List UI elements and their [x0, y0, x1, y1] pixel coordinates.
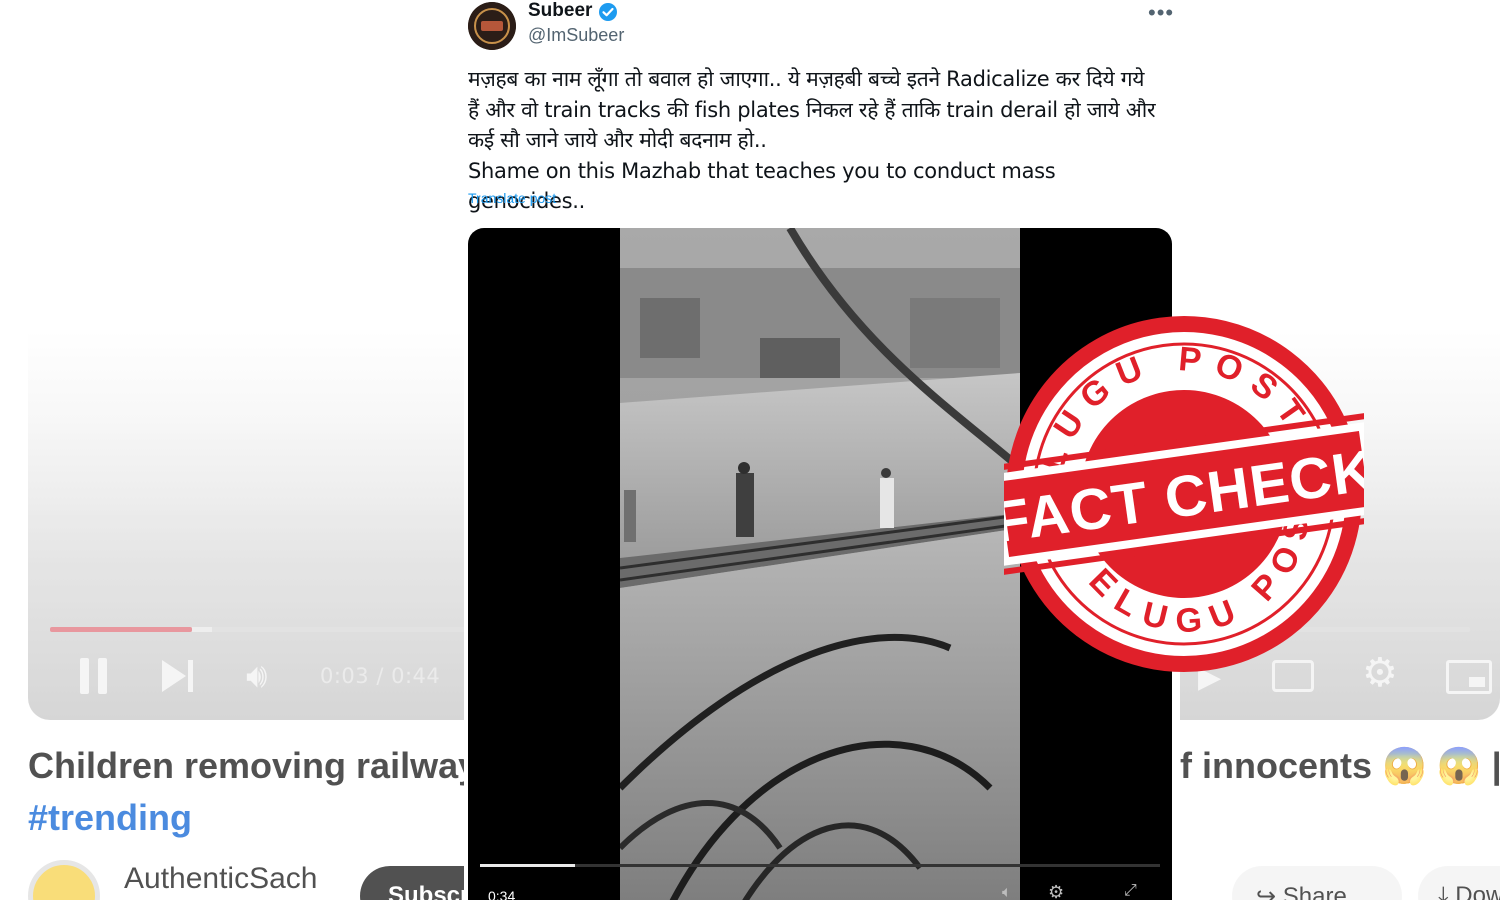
download-button[interactable]: ⤓ Download — [1418, 866, 1500, 900]
translate-post-link[interactable]: Translate post — [468, 190, 556, 206]
pause-icon[interactable] — [78, 658, 110, 694]
youtube-video-title: Children removing railway — [28, 745, 479, 786]
tweet-text: मज़हब का नाम लूँगा तो बवाल हो जाएगा.. ये… — [468, 64, 1174, 217]
tweet-video-time: 0:34 — [488, 888, 516, 900]
download-icon: ⤓ — [1438, 882, 1456, 900]
youtube-time-display: 0:03 / 0:44 — [320, 664, 441, 688]
gear-icon[interactable]: ⚙︎ — [1362, 650, 1398, 696]
fact-check-stamp: TELUGU POST TELUGU POST FACT CHECK — [1004, 314, 1364, 672]
volume-icon[interactable]: 🔊︎ — [246, 658, 267, 694]
youtube-progress-fill — [50, 627, 192, 632]
tweet-text-line: Shame on this Mazhab that teaches you to… — [468, 158, 1056, 214]
tweet-video-progress-fill — [480, 864, 576, 867]
next-icon[interactable] — [162, 660, 196, 692]
share-label: Share — [1282, 883, 1347, 900]
tweet-text-line: कई सौ जाने जाये और मोदी बदनाम हो.. — [468, 128, 767, 152]
more-options-icon[interactable]: ••• — [1148, 0, 1174, 26]
user-avatar[interactable] — [468, 2, 516, 50]
fullscreen-icon[interactable]: ⤢ — [1124, 882, 1137, 900]
youtube-video-title-end: f innocents 😱 😱 ||# — [1180, 745, 1500, 786]
share-button[interactable]: ↪ Share — [1232, 866, 1402, 900]
tweet-video-progress-track[interactable] — [480, 864, 1160, 867]
miniplayer-icon[interactable] — [1446, 660, 1492, 694]
video-frame-railway-scene — [620, 228, 1020, 900]
youtube-progress-buffer — [192, 627, 212, 632]
avatar-logo-icon — [468, 2, 516, 50]
share-icon: ↪ — [1256, 883, 1283, 900]
tweet-text-line: हैं और वो train tracks की fish plates नि… — [468, 97, 1156, 122]
channel-avatar[interactable] — [28, 860, 100, 900]
user-handle[interactable]: @ImSubeer — [528, 25, 624, 46]
settings-icon[interactable]: ⚙︎ — [1048, 882, 1064, 900]
tweet-text-line: मज़हब का नाम लूँगा तो बवाल हो जाएगा.. ये… — [468, 67, 1145, 91]
user-display-name[interactable]: Subeer — [528, 0, 592, 22]
volume-icon[interactable]: 🔈︎ — [1002, 884, 1012, 900]
download-label: Download — [1455, 882, 1500, 900]
verified-badge-icon — [599, 3, 617, 21]
youtube-hashtag-link[interactable]: #trending — [28, 797, 192, 839]
channel-name[interactable]: AuthenticSach — [124, 862, 317, 896]
